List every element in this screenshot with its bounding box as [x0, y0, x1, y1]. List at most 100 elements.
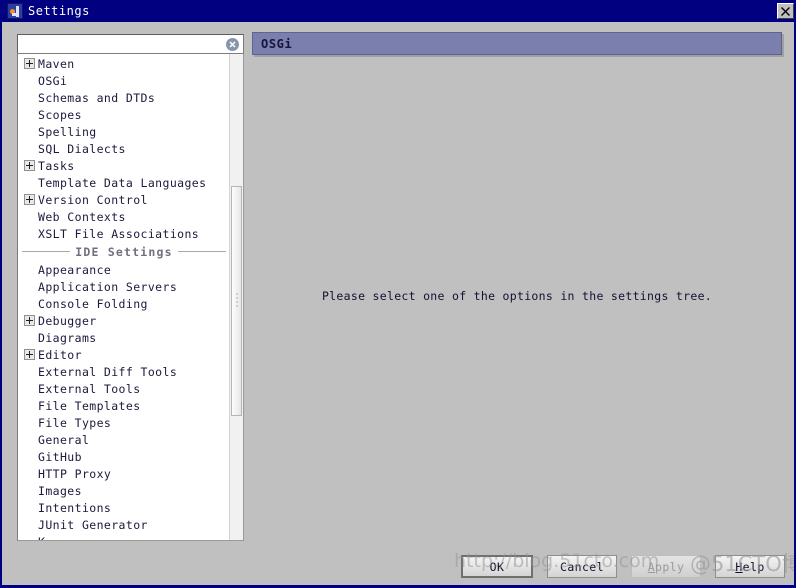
- tree-indent-spacer: [24, 264, 38, 275]
- tree-item-scopes[interactable]: Scopes: [18, 106, 230, 123]
- expand-plus-icon[interactable]: [24, 315, 35, 326]
- tree-item-spelling[interactable]: Spelling: [18, 123, 230, 140]
- tree-item-label: JUnit Generator: [38, 517, 148, 532]
- tree-item-application-servers[interactable]: Application Servers: [18, 278, 230, 295]
- tree-item-file-types[interactable]: File Types: [18, 414, 230, 431]
- expand-plus-icon[interactable]: [24, 349, 35, 360]
- tree-item-label: HTTP Proxy: [38, 466, 112, 481]
- tree-section-label: IDE Settings: [75, 244, 173, 259]
- tree-item-label: Debugger: [38, 313, 97, 328]
- tree-indent-spacer: [24, 417, 38, 428]
- tree-indent-spacer: [24, 92, 38, 103]
- tree-item-external-diff-tools[interactable]: External Diff Tools: [18, 363, 230, 380]
- tree-item-label: OSGi: [38, 73, 68, 88]
- tree-item-label: Spelling: [38, 124, 97, 139]
- scrollbar-grip-icon: [235, 293, 238, 307]
- window-title: Settings: [28, 4, 90, 18]
- tree-indent-spacer: [24, 75, 38, 86]
- tree-item-osgi[interactable]: OSGi: [18, 72, 230, 89]
- search-field[interactable]: [17, 34, 244, 55]
- tree-item-appearance[interactable]: Appearance: [18, 261, 230, 278]
- tree-item-label: Maven: [38, 56, 75, 71]
- detail-empty-message: Please select one of the options in the …: [252, 56, 782, 536]
- tree-indent-spacer: [24, 366, 38, 377]
- close-button[interactable]: [777, 3, 794, 19]
- tree-item-schemas-and-dtds[interactable]: Schemas and DTDs: [18, 89, 230, 106]
- tree-item-label: Scopes: [38, 107, 82, 122]
- detail-header-title: OSGi: [261, 36, 293, 51]
- tree-item-diagrams[interactable]: Diagrams: [18, 329, 230, 346]
- tree-indent-spacer: [24, 519, 38, 530]
- tree-item-label: Editor: [38, 347, 82, 362]
- tree-indent-spacer: [24, 228, 38, 239]
- tree-indent-spacer: [24, 109, 38, 120]
- tree-item-label: K: [38, 535, 45, 541]
- title-bar: Settings: [2, 0, 794, 22]
- tree-item-maven[interactable]: Maven: [18, 55, 230, 72]
- tree-item-label: Tasks: [38, 158, 75, 173]
- tree-item-version-control[interactable]: Version Control: [18, 191, 230, 208]
- tree-item-sql-dialects[interactable]: SQL Dialects: [18, 140, 230, 157]
- help-button[interactable]: Help: [715, 555, 785, 578]
- tree-item-editor[interactable]: Editor: [18, 346, 230, 363]
- tree-indent-spacer: [24, 451, 38, 462]
- separator-line-left: [22, 251, 71, 252]
- settings-tree-panel[interactable]: Maven OSGi Schemas and DTDs Scopes Spelling S…: [17, 53, 244, 541]
- tree-item-file-templates[interactable]: File Templates: [18, 397, 230, 414]
- tree-item-web-contexts[interactable]: Web Contexts: [18, 208, 230, 225]
- tree-item-label: Template Data Languages: [38, 175, 207, 190]
- ok-button[interactable]: OK: [461, 555, 533, 578]
- tree-indent-spacer: [24, 177, 38, 188]
- tree-item-label: File Templates: [38, 398, 141, 413]
- tree-indent-spacer: [24, 332, 38, 343]
- tree-indent-spacer: [24, 281, 38, 292]
- expand-plus-icon[interactable]: [24, 194, 35, 205]
- tree-item-tasks[interactable]: Tasks: [18, 157, 230, 174]
- tree-item-label: External Diff Tools: [38, 364, 178, 379]
- tree-scrollbar-thumb[interactable]: [231, 186, 242, 416]
- separator-line-right: [177, 251, 227, 252]
- tree-item-label: External Tools: [38, 381, 141, 396]
- search-input[interactable]: [22, 36, 226, 53]
- tree-item-k[interactable]: K: [18, 533, 230, 541]
- intellij-idea-icon: [7, 3, 23, 19]
- tree-indent-spacer: [24, 485, 38, 496]
- tree-item-label: Intentions: [38, 500, 112, 515]
- tree-indent-spacer: [24, 502, 38, 513]
- tree-item-label: Application Servers: [38, 279, 178, 294]
- clear-circle-icon: [229, 41, 236, 48]
- cancel-button[interactable]: Cancel: [547, 555, 617, 578]
- detail-header: OSGi: [252, 32, 782, 55]
- tree-item-images[interactable]: Images: [18, 482, 230, 499]
- tree-item-github[interactable]: GitHub: [18, 448, 230, 465]
- settings-tree-list: Maven OSGi Schemas and DTDs Scopes Spelling S…: [18, 54, 230, 541]
- tree-section-separator: IDE Settings: [18, 242, 230, 261]
- tree-item-general[interactable]: General: [18, 431, 230, 448]
- tree-indent-spacer: [24, 126, 38, 137]
- tree-vertical-scrollbar[interactable]: [229, 54, 243, 540]
- tree-item-label: Schemas and DTDs: [38, 90, 156, 105]
- tree-item-junit-generator[interactable]: JUnit Generator: [18, 516, 230, 533]
- tree-item-label: GitHub: [38, 449, 82, 464]
- tree-item-label: File Types: [38, 415, 112, 430]
- tree-item-label: Web Contexts: [38, 209, 126, 224]
- tree-item-xslt-file-associations[interactable]: XSLT File Associations: [18, 225, 230, 242]
- expand-plus-icon[interactable]: [24, 160, 35, 171]
- tree-item-external-tools[interactable]: External Tools: [18, 380, 230, 397]
- tree-item-label: Diagrams: [38, 330, 97, 345]
- tree-indent-spacer: [24, 400, 38, 411]
- tree-item-label: Console Folding: [38, 296, 148, 311]
- tree-indent-spacer: [24, 468, 38, 479]
- tree-item-http-proxy[interactable]: HTTP Proxy: [18, 465, 230, 482]
- tree-item-console-folding[interactable]: Console Folding: [18, 295, 230, 312]
- tree-item-label: General: [38, 432, 90, 447]
- tree-indent-spacer: [24, 383, 38, 394]
- tree-indent-spacer: [24, 434, 38, 445]
- expand-plus-icon[interactable]: [24, 58, 35, 69]
- tree-item-intentions[interactable]: Intentions: [18, 499, 230, 516]
- dialog-button-bar: OK Cancel Apply Help: [2, 555, 794, 578]
- clear-search-button[interactable]: [226, 38, 239, 51]
- tree-indent-spacer: [24, 298, 38, 309]
- tree-item-debugger[interactable]: Debugger: [18, 312, 230, 329]
- tree-item-template-data-languages[interactable]: Template Data Languages: [18, 174, 230, 191]
